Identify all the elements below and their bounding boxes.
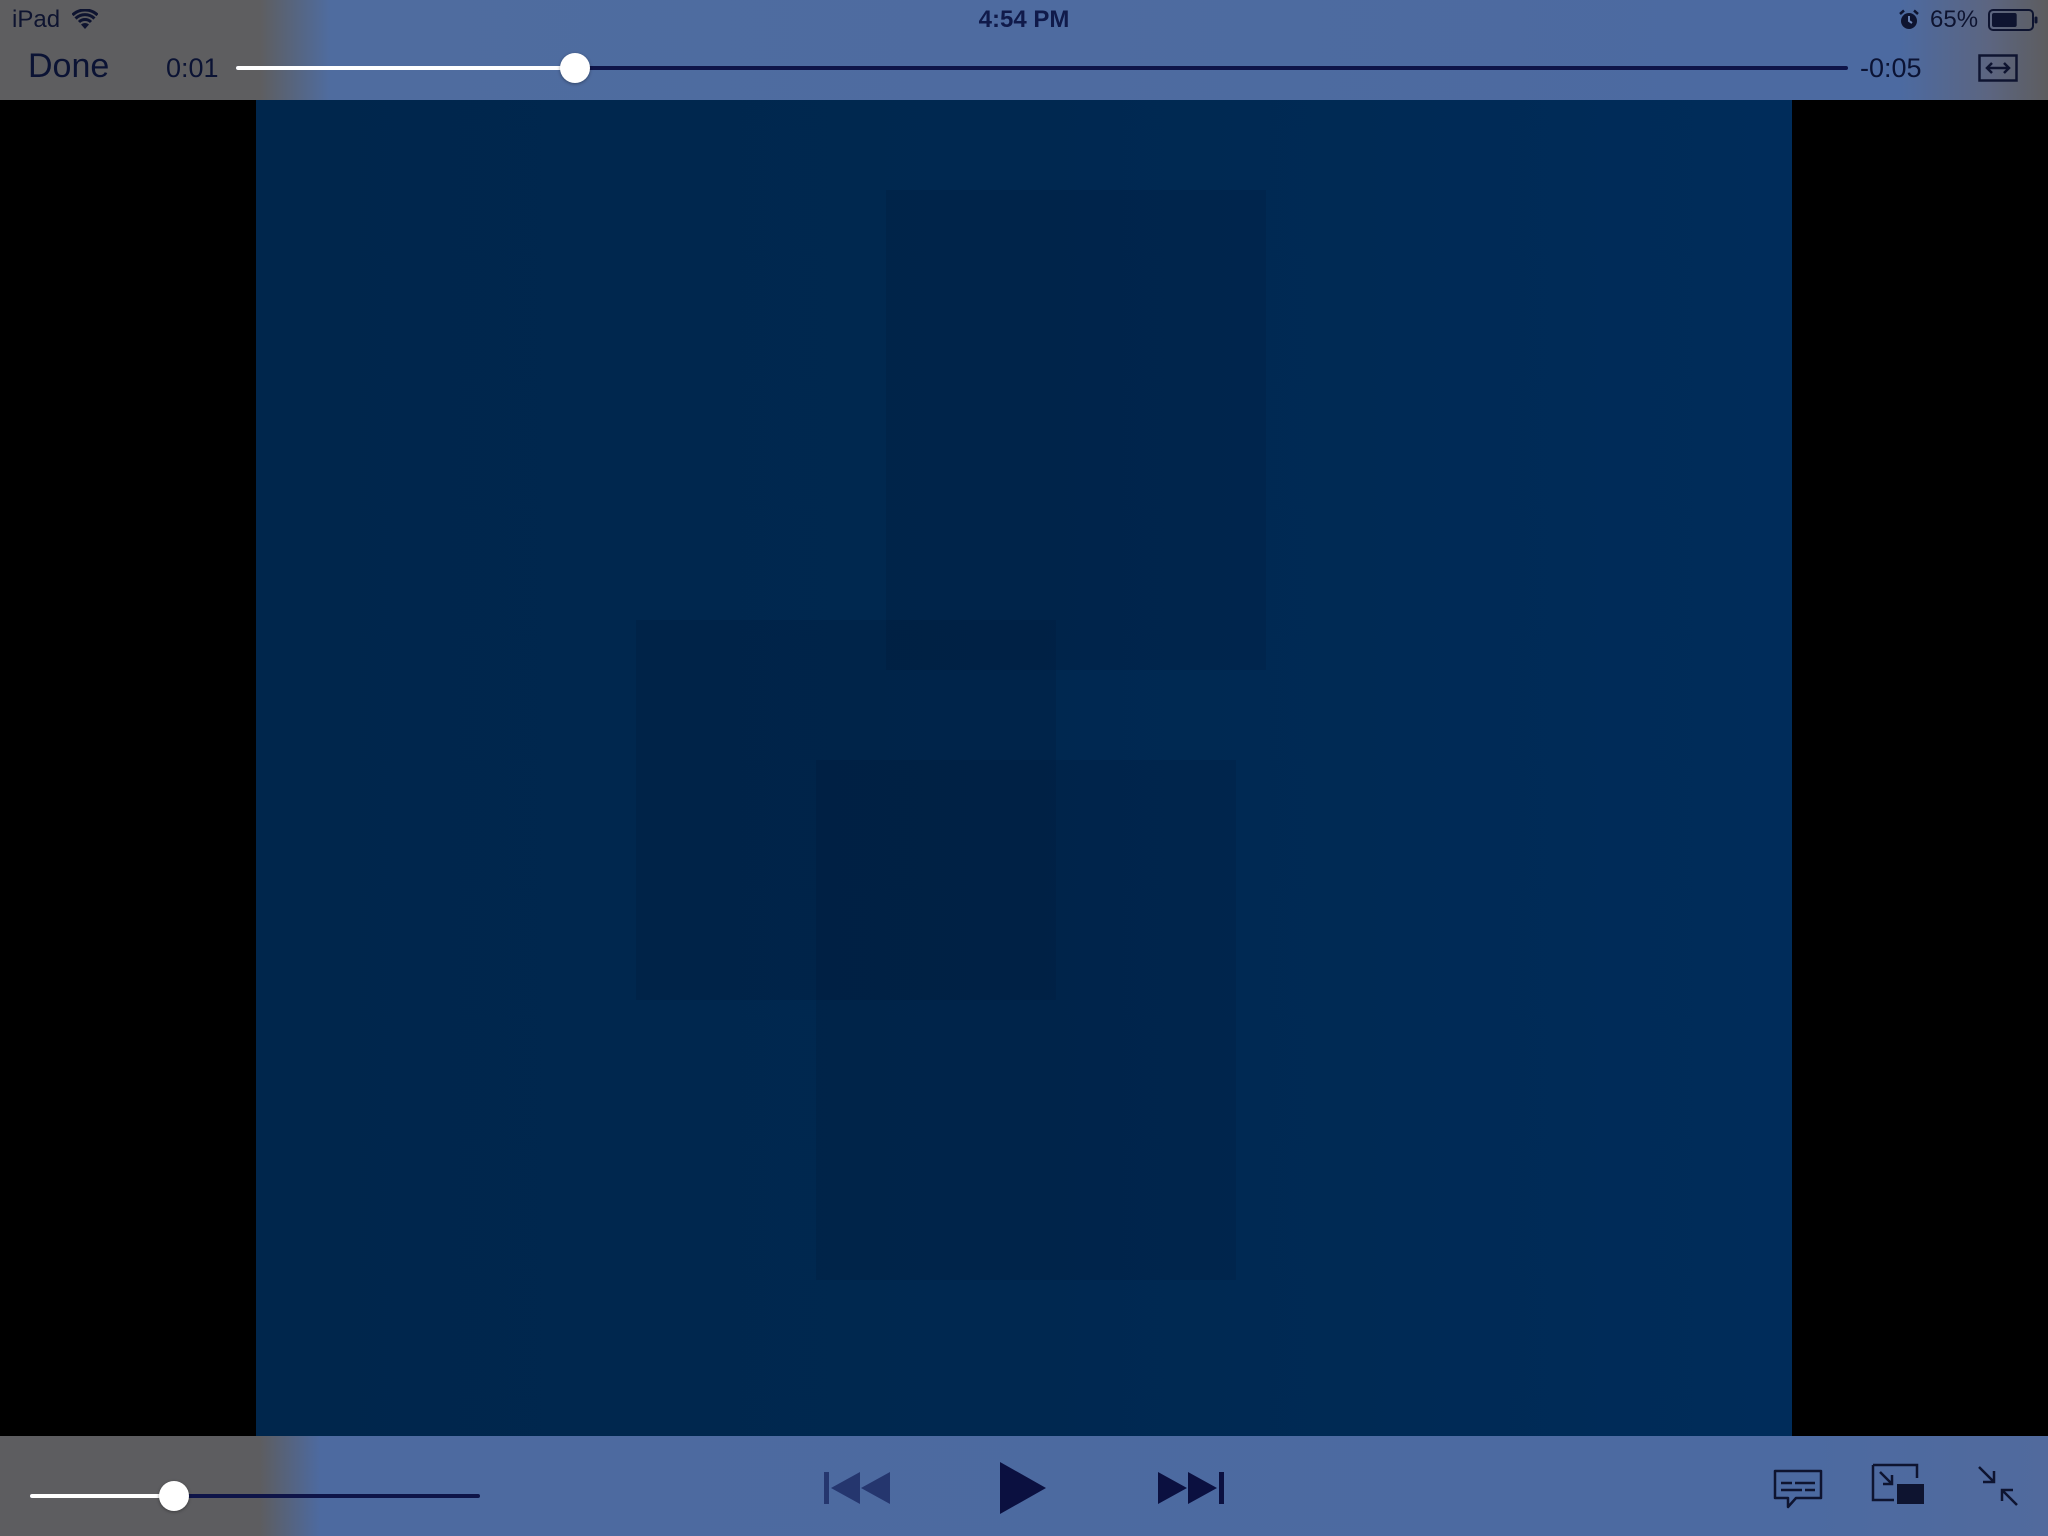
skip-forward-icon[interactable] — [1156, 1466, 1226, 1510]
skip-back-icon[interactable] — [822, 1466, 892, 1510]
exit-fullscreen-icon[interactable] — [1976, 1464, 2020, 1508]
picture-in-picture-icon[interactable] — [1870, 1462, 1926, 1508]
volume-slider[interactable] — [30, 1481, 480, 1511]
status-clock: 4:54 PM — [978, 6, 1070, 33]
scrubber-progress — [236, 66, 575, 70]
volume-thumb[interactable] — [159, 1481, 189, 1511]
top-control-bar: iPad 4:54 PM 65% Done 0:01 -0:05 — [0, 0, 2048, 100]
remaining-time: -0:05 — [1860, 53, 1922, 83]
alarm-icon — [1899, 9, 1919, 29]
elapsed-time: 0:01 — [166, 53, 219, 83]
playback-scrubber[interactable] — [236, 53, 1848, 83]
video-shadow-region — [816, 760, 1236, 1280]
video-shadow-region — [886, 190, 1266, 670]
battery-percent: 65% — [1930, 6, 1979, 33]
video-player-screen: iPad 4:54 PM 65% Done 0:01 -0:05 — [0, 0, 2048, 1536]
status-bar: iPad 4:54 PM 65% — [0, 0, 2048, 40]
bottom-control-bar — [0, 1436, 2048, 1536]
play-icon[interactable] — [996, 1458, 1050, 1518]
volume-level — [30, 1494, 174, 1498]
battery-icon — [1988, 9, 2038, 31]
subtitles-icon[interactable] — [1772, 1468, 1824, 1510]
video-frame[interactable] — [256, 100, 1792, 1436]
scrubber-thumb[interactable] — [559, 53, 590, 83]
done-button[interactable]: Done — [28, 46, 109, 86]
aspect-ratio-icon[interactable] — [1978, 54, 2018, 82]
